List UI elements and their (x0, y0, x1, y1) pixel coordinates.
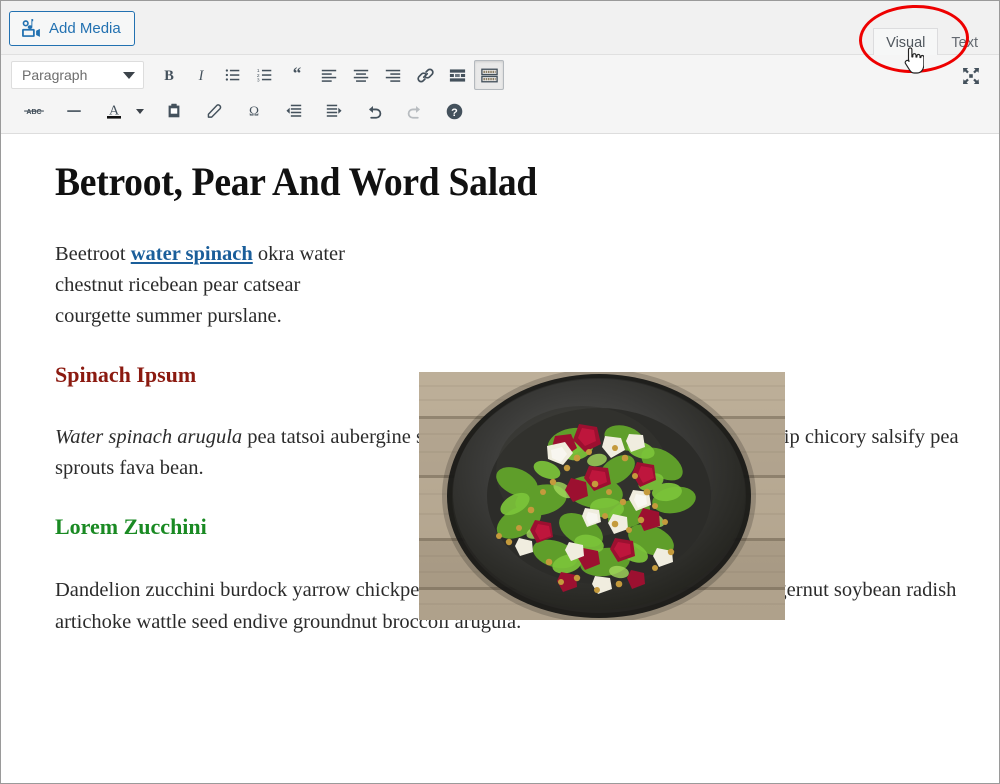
svg-text:ABC: ABC (26, 109, 41, 116)
toolbar-toggle-button[interactable] (474, 60, 504, 90)
align-center-button[interactable] (346, 60, 376, 90)
quote-icon: “ (293, 66, 302, 83)
bulleted-list-icon (225, 69, 240, 81)
salad-photo[interactable] (419, 372, 785, 620)
post-title[interactable]: Betroot, Pear And Word Salad (55, 159, 914, 205)
clipboard-icon (168, 103, 180, 118)
editor-mode-tabs: Visual Text (873, 1, 991, 56)
help-question-icon: ? (446, 103, 462, 119)
italic-button[interactable]: I (186, 60, 216, 90)
increase-indent-button[interactable] (319, 96, 349, 126)
insert-link-button[interactable] (410, 60, 440, 90)
omega-icon: Ω (249, 104, 259, 119)
undo-arrow-icon (368, 105, 381, 119)
toolbar-toggle-icon (480, 68, 498, 82)
add-media-button[interactable]: Add Media (9, 11, 135, 46)
italic-icon: I (198, 68, 205, 84)
read-more-button[interactable] (442, 60, 472, 90)
clear-formatting-button[interactable] (199, 96, 229, 126)
special-character-button[interactable]: Ω (239, 96, 269, 126)
keyboard-shortcuts-button[interactable]: ? (439, 96, 469, 126)
eraser-icon (207, 104, 222, 118)
text-color-a-icon: A (107, 104, 121, 119)
fullscreen-expand-icon (963, 68, 979, 84)
fullscreen-toggle-button[interactable] (957, 62, 985, 90)
paragraph-spinach-italic: Water spinach arugula (55, 425, 243, 448)
paragraph-intro-before-link: Beetroot (55, 242, 131, 265)
align-right-button[interactable] (378, 60, 408, 90)
add-media-label: Add Media (49, 20, 121, 37)
editor-toolbar: Paragraph B I 1 2 3 “ ABC A Ω ? (1, 55, 999, 134)
wordpress-post-editor: Add Media Visual Text Paragraph B I 1 2 … (0, 0, 1000, 784)
toolbar-row-1: Paragraph B I 1 2 3 “ (1, 55, 999, 94)
bold-icon: B (164, 68, 174, 84)
indent-icon (326, 104, 342, 117)
redo-arrow-icon (407, 105, 420, 119)
chevron-down-icon (136, 108, 144, 114)
numbered-list-icon: 1 2 3 (257, 68, 272, 84)
align-center-icon (353, 69, 369, 82)
paragraph-format-value: Paragraph (22, 67, 88, 83)
decrease-indent-button[interactable] (279, 96, 309, 126)
toolbar-row-2: ABC A Ω ? (1, 94, 999, 133)
text-color-button[interactable]: A (99, 96, 129, 126)
link-icon (416, 68, 434, 82)
horizontal-rule-icon (67, 110, 81, 112)
editor-top-bar: Add Media Visual Text (1, 1, 999, 75)
paragraph-intro[interactable]: Beetroot water spinach okra water chestn… (55, 239, 355, 332)
bold-button[interactable]: B (154, 60, 184, 90)
salad-photo-image (419, 372, 785, 620)
svg-text:Ω: Ω (249, 104, 259, 119)
svg-text:“: “ (293, 66, 302, 83)
tab-visual[interactable]: Visual (873, 28, 939, 56)
align-left-icon (321, 69, 337, 82)
numbered-list-button[interactable]: 1 2 3 (250, 60, 280, 90)
svg-text:3: 3 (257, 78, 260, 84)
paragraph-format-select[interactable]: Paragraph (11, 61, 144, 89)
svg-text:I: I (198, 68, 205, 84)
text-color-dropdown[interactable] (131, 96, 149, 126)
blockquote-button[interactable]: “ (282, 60, 312, 90)
horizontal-line-button[interactable] (59, 96, 89, 126)
outdent-icon (286, 104, 302, 117)
read-more-icon (449, 68, 465, 82)
align-left-button[interactable] (314, 60, 344, 90)
svg-text:B: B (164, 68, 174, 84)
redo-button[interactable] (399, 96, 429, 126)
align-right-icon (385, 69, 401, 82)
chevron-down-icon (123, 71, 135, 79)
water-spinach-link[interactable]: water spinach (131, 243, 253, 265)
strikethrough-button[interactable]: ABC (19, 96, 49, 126)
undo-button[interactable] (359, 96, 389, 126)
paste-as-text-button[interactable] (159, 96, 189, 126)
svg-text:?: ? (451, 106, 458, 118)
bulleted-list-button[interactable] (218, 60, 248, 90)
media-camera-music-icon (21, 18, 42, 39)
strikethrough-abc-icon: ABC (24, 109, 44, 116)
tab-text[interactable]: Text (938, 28, 991, 56)
post-content-area[interactable]: Betroot, Pear And Word Salad Beetroot wa… (1, 134, 999, 782)
